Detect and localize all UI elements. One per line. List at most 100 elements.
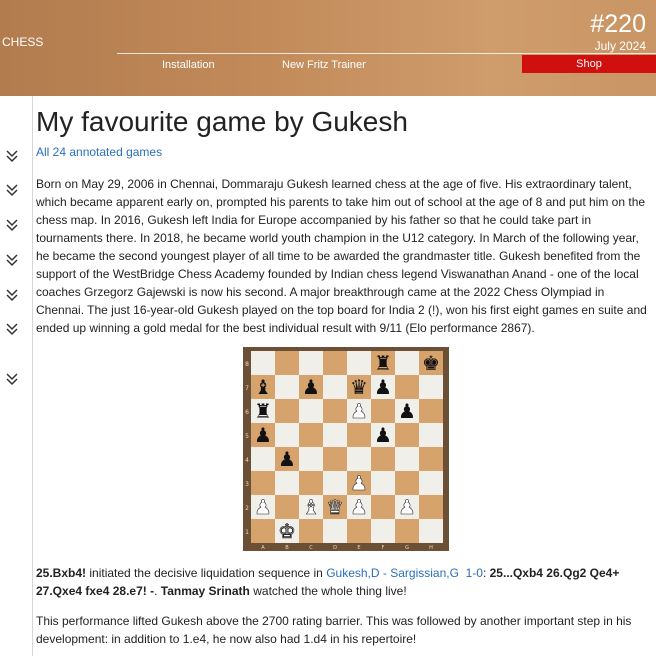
moves-text: watched the whole thing live! — [249, 584, 407, 598]
board-square[interactable] — [371, 471, 395, 495]
author-name: Tanmay Srinath — [160, 584, 250, 598]
board-square[interactable] — [347, 519, 371, 543]
board-square[interactable] — [251, 351, 275, 375]
annotated-games-link[interactable]: All 24 annotated games — [36, 145, 162, 159]
board-square[interactable] — [371, 399, 395, 423]
rank-label: 2 — [245, 505, 249, 512]
game-result-link[interactable]: 1-0 — [466, 566, 483, 580]
black-pawn-icon[interactable]: ♟ — [302, 375, 320, 399]
board-square[interactable] — [347, 423, 371, 447]
board-square[interactable] — [371, 447, 395, 471]
black-queen-icon[interactable]: ♛ — [350, 375, 368, 399]
board-square[interactable] — [299, 519, 323, 543]
issue-date: July 2024 — [594, 39, 646, 53]
black-pawn-icon[interactable]: ♟ — [398, 399, 416, 423]
board-square[interactable] — [299, 447, 323, 471]
board-square[interactable] — [251, 447, 275, 471]
nav-divider — [117, 53, 656, 54]
nav-installation[interactable]: Installation — [162, 59, 215, 71]
file-label: A — [261, 545, 265, 551]
chess-board-svg: 87654321A B C D E F G H♜ ♚♝ ♟ ♛ ♟♜ ♟ ♟♟ ♟♟♟♟ ♝ ♛ ♟ ♟♚ — [245, 351, 443, 551]
board-square[interactable] — [299, 423, 323, 447]
moves-paragraph: 25.Bxb4! initiated the decisive liquidat… — [36, 564, 648, 600]
double-chevron-down-icon[interactable] — [5, 183, 19, 197]
rank-label: 3 — [245, 481, 249, 488]
page-title: My favourite game by Gukesh — [36, 106, 408, 137]
board-square[interactable] — [395, 519, 419, 543]
board-square[interactable] — [323, 351, 347, 375]
board-square[interactable] — [299, 351, 323, 375]
sidebar — [0, 96, 28, 656]
board-square[interactable] — [395, 375, 419, 399]
white-bishop-icon[interactable]: ♝ — [302, 495, 321, 520]
double-chevron-down-icon[interactable] — [5, 322, 19, 336]
rank-label: 4 — [245, 457, 249, 464]
nav-fritz-trainer[interactable]: New Fritz Trainer — [282, 59, 366, 71]
board-square[interactable] — [275, 423, 299, 447]
black-pawn-icon[interactable]: ♟ — [374, 375, 392, 399]
board-square[interactable] — [299, 471, 323, 495]
board-square[interactable] — [419, 375, 443, 399]
board-square[interactable] — [419, 471, 443, 495]
board-square[interactable] — [323, 447, 347, 471]
white-pawn-icon[interactable]: ♟ — [350, 495, 369, 520]
board-square[interactable] — [419, 423, 443, 447]
black-king-icon[interactable]: ♚ — [422, 351, 440, 375]
board-square[interactable] — [323, 471, 347, 495]
board-square[interactable] — [299, 399, 323, 423]
white-king-icon[interactable]: ♚ — [278, 519, 297, 544]
brand-label[interactable]: CHESS — [2, 35, 43, 49]
chess-board[interactable]: 8 7 6 5 4 3 2 1 A B C D E F G H ♜ ♚ ♝ ♟ ♛ ♟ ♜ ♟ ♟ ♟ ♟ ♟ ♟ ♟ ♝ ♛ ♟ ♟ ♚ — [243, 347, 449, 551]
board-square[interactable] — [347, 447, 371, 471]
white-pawn-icon[interactable]: ♟ — [350, 399, 369, 424]
file-label: B — [285, 545, 289, 551]
moves-text: initiated the decisive liquidation seque… — [86, 566, 327, 580]
board-square[interactable] — [323, 375, 347, 399]
board-square[interactable] — [275, 399, 299, 423]
black-pawn-icon[interactable]: ♟ — [278, 447, 296, 471]
black-rook-icon[interactable]: ♜ — [254, 399, 272, 423]
board-square[interactable] — [371, 495, 395, 519]
white-queen-icon[interactable]: ♛ — [326, 495, 345, 520]
board-square[interactable] — [395, 447, 419, 471]
black-pawn-icon[interactable]: ♟ — [374, 423, 392, 447]
content-divider — [32, 96, 33, 656]
outro-paragraph: This performance lifted Gukesh above the… — [36, 614, 632, 646]
board-square[interactable] — [323, 423, 347, 447]
board-square[interactable] — [419, 399, 443, 423]
double-chevron-down-icon[interactable] — [5, 253, 19, 267]
board-square[interactable] — [347, 351, 371, 375]
double-chevron-down-icon[interactable] — [5, 149, 19, 163]
board-square[interactable] — [419, 519, 443, 543]
board-square[interactable] — [275, 375, 299, 399]
board-square[interactable] — [275, 351, 299, 375]
move-text: 25.Bxb4! — [36, 566, 87, 580]
board-square[interactable] — [251, 519, 275, 543]
black-pawn-icon[interactable]: ♟ — [254, 423, 272, 447]
double-chevron-down-icon[interactable] — [5, 288, 19, 302]
double-chevron-down-icon[interactable] — [5, 372, 19, 386]
board-square[interactable] — [419, 447, 443, 471]
white-pawn-icon[interactable]: ♟ — [398, 495, 417, 520]
double-chevron-down-icon[interactable] — [5, 218, 19, 232]
white-pawn-icon[interactable]: ♟ — [350, 471, 369, 496]
board-square[interactable] — [371, 519, 395, 543]
moves-text: : — [482, 566, 490, 580]
rank-label: 1 — [245, 529, 249, 536]
board-square[interactable] — [395, 423, 419, 447]
file-label: F — [382, 545, 385, 551]
nav-shop-button[interactable]: Shop — [522, 55, 656, 73]
game-link[interactable]: Gukesh,D - Sargissian,G — [326, 566, 459, 580]
board-square[interactable] — [395, 351, 419, 375]
board-square[interactable] — [395, 471, 419, 495]
board-square[interactable] — [251, 471, 275, 495]
board-square[interactable] — [323, 519, 347, 543]
file-label: E — [357, 545, 360, 551]
board-square[interactable] — [323, 399, 347, 423]
board-square[interactable] — [275, 495, 299, 519]
board-square[interactable] — [275, 471, 299, 495]
black-rook-icon[interactable]: ♜ — [374, 351, 392, 375]
board-square[interactable] — [419, 495, 443, 519]
black-bishop-icon[interactable]: ♝ — [254, 375, 272, 399]
white-pawn-icon[interactable]: ♟ — [254, 495, 273, 520]
